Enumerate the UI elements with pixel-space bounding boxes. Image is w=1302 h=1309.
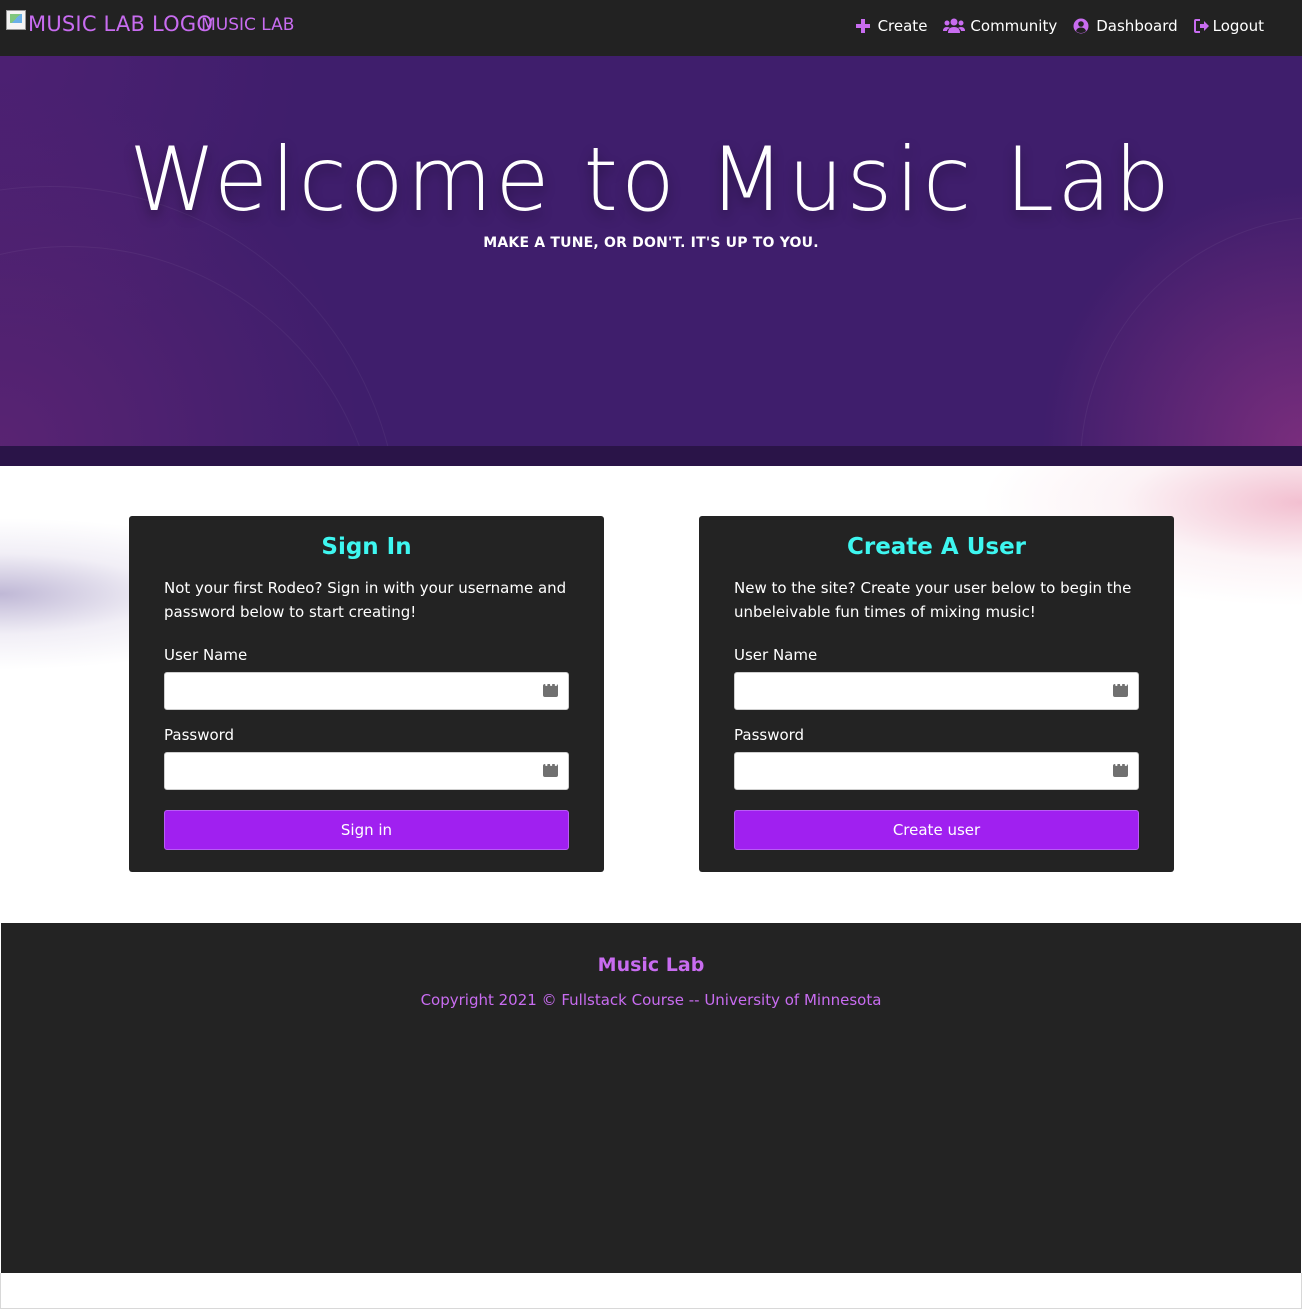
- signin-password-input[interactable]: [165, 753, 568, 789]
- signin-username-field: [164, 672, 569, 710]
- hero-bottom-strip: [0, 446, 1302, 466]
- create-user-button[interactable]: Create user: [734, 810, 1139, 850]
- signup-title: Create A User: [846, 534, 1027, 560]
- nav-link-label: Logout: [1212, 17, 1264, 35]
- password-manager-icon[interactable]: [543, 681, 558, 697]
- logo-alt-text: MUSIC LAB LOGO: [28, 12, 214, 36]
- password-manager-icon[interactable]: [1113, 761, 1128, 777]
- page-bottom: [0, 1273, 1302, 1309]
- signin-description: Not your first Rodeo? Sign in with your …: [164, 579, 567, 621]
- signin-password-field: [164, 752, 569, 790]
- nav-link-label: Dashboard: [1096, 17, 1178, 35]
- hero-subtitle: MAKE A TUNE, OR DON'T. IT'S UP TO YOU.: [483, 235, 819, 251]
- nav-link-dashboard[interactable]: Dashboard: [1073, 17, 1178, 35]
- nav-link-label: Community: [970, 17, 1058, 35]
- username-label: User Name: [734, 646, 818, 664]
- sign-out-icon: [1193, 18, 1212, 34]
- footer-title: Music Lab: [597, 954, 705, 976]
- signin-title: Sign In: [321, 534, 412, 560]
- nav-links: Create Community Dashboard Logout: [855, 17, 1264, 35]
- nav-link-logout[interactable]: Logout: [1193, 17, 1264, 35]
- users-icon: [943, 18, 966, 34]
- footer-copyright: Copyright 2021 © Fullstack Course -- Uni…: [420, 991, 882, 1009]
- signup-description: New to the site? Create your user below …: [734, 579, 1132, 621]
- signin-card: Sign In Not your first Rodeo? Sign in wi…: [129, 516, 604, 872]
- user-circle-icon: [1073, 18, 1091, 34]
- broken-image-icon: [6, 10, 26, 30]
- hero-banner: Welcome to Music Lab MAKE A TUNE, OR DON…: [0, 56, 1302, 446]
- signup-username-field: [734, 672, 1139, 710]
- password-manager-icon[interactable]: [543, 761, 558, 777]
- hero-title: Welcome to Music Lab: [129, 128, 1173, 231]
- brand-link[interactable]: MUSIC LAB LOGO MUSIC LAB: [6, 10, 295, 36]
- footer: Music Lab Copyright 2021 © Fullstack Cou…: [1, 923, 1301, 1273]
- signin-username-input[interactable]: [165, 673, 568, 709]
- navbar: MUSIC LAB LOGO MUSIC LAB Create Communit…: [0, 0, 1302, 56]
- plus-icon: [855, 18, 873, 34]
- signup-password-input[interactable]: [735, 753, 1138, 789]
- username-label: User Name: [164, 646, 248, 664]
- nav-link-label: Create: [877, 17, 928, 35]
- signup-password-field: [734, 752, 1139, 790]
- password-label: Password: [164, 726, 235, 744]
- password-label: Password: [734, 726, 805, 744]
- nav-link-community[interactable]: Community: [943, 17, 1057, 35]
- signup-username-input[interactable]: [735, 673, 1138, 709]
- nav-link-create[interactable]: Create: [855, 17, 928, 35]
- signup-card: Create A User New to the site? Create yo…: [699, 516, 1174, 872]
- brand-name: MUSIC LAB: [201, 15, 295, 35]
- password-manager-icon[interactable]: [1113, 681, 1128, 697]
- main-content: Sign In Not your first Rodeo? Sign in wi…: [0, 466, 1302, 923]
- signin-button[interactable]: Sign in: [164, 810, 569, 850]
